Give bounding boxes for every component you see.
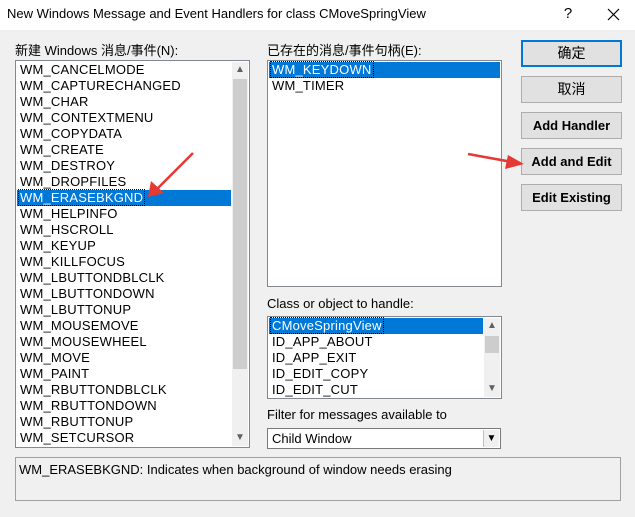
class-scrollbar[interactable]: ▲ ▼ <box>484 318 500 397</box>
class-items: CMoveSpringView ID_APP_ABOUT ID_APP_EXIT ID… <box>269 317 483 398</box>
list-item-label: WM_MOUSEMOVE <box>20 318 139 333</box>
list-item[interactable]: WM_CREATE <box>17 142 231 158</box>
list-item[interactable]: WM_KEYUP <box>17 238 231 254</box>
list-item-label: ID_EDIT_COPY <box>272 366 369 381</box>
list-item-label: ID_EDIT_CUT <box>272 382 358 397</box>
list-item[interactable]: WM_LBUTTONDOWN <box>17 286 231 302</box>
list-item[interactable]: WM_LBUTTONUP <box>17 302 231 318</box>
list-item-label: WM_CAPTURECHANGED <box>20 78 181 93</box>
messages-label: 新建 Windows 消息/事件(N): <box>15 43 179 58</box>
close-button[interactable] <box>594 0 634 30</box>
list-item[interactable]: WM_PAINT <box>17 366 231 382</box>
list-item-label: WM_TIMER <box>272 78 345 93</box>
list-item[interactable]: ID_EDIT_COPY <box>269 366 483 382</box>
list-item-label: WM_KEYDOWN <box>270 61 374 78</box>
add-and-edit-button[interactable]: Add and Edit <box>521 148 622 175</box>
list-item[interactable]: WM_KEYDOWN <box>269 61 500 78</box>
description-text: WM_ERASEBKGND: Indicates when background… <box>19 462 452 477</box>
window-title: New Windows Message and Event Handlers f… <box>7 6 426 21</box>
list-item-label: WM_CREATE <box>20 142 104 157</box>
list-item-label: WM_SETCURSOR <box>20 430 135 445</box>
list-item-label: WM_RBUTTONUP <box>20 414 134 429</box>
scroll-up-arrow-icon[interactable]: ▲ <box>232 62 248 78</box>
list-item-label: WM_HSCROLL <box>20 222 114 237</box>
existing-items: WM_KEYDOWN WM_TIMER <box>269 61 500 94</box>
list-item[interactable]: WM_TIMER <box>269 78 500 94</box>
list-item[interactable]: WM_KILLFOCUS <box>17 254 231 270</box>
edit-existing-button[interactable]: Edit Existing <box>521 184 622 211</box>
list-item[interactable]: WM_LBUTTONDBLCLK <box>17 270 231 286</box>
list-item[interactable]: WM_CHAR <box>17 94 231 110</box>
description-panel: WM_ERASEBKGND: Indicates when background… <box>15 457 621 501</box>
list-item[interactable]: CMoveSpringView <box>269 317 483 334</box>
list-item[interactable]: ID_APP_EXIT <box>269 350 483 366</box>
list-item-label: WM_KEYUP <box>20 238 97 253</box>
list-item-label: WM_MOVE <box>20 350 91 365</box>
class-listbox[interactable]: CMoveSpringView ID_APP_ABOUT ID_APP_EXIT ID… <box>267 316 502 399</box>
existing-handlers-listbox[interactable]: WM_KEYDOWN WM_TIMER <box>267 60 502 287</box>
list-item[interactable]: ID_EDIT_CUT <box>269 382 483 398</box>
scroll-thumb[interactable] <box>485 336 499 353</box>
list-item-label: WM_KILLFOCUS <box>20 254 125 269</box>
close-icon <box>607 8 620 21</box>
list-item-label: WM_COPYDATA <box>20 126 123 141</box>
filter-label: Filter for messages available to <box>267 407 447 422</box>
scroll-up-arrow-icon[interactable]: ▲ <box>484 318 500 334</box>
scroll-thumb[interactable] <box>233 79 247 369</box>
list-item[interactable]: WM_RBUTTONDBLCLK <box>17 382 231 398</box>
list-item-label: WM_MOUSEWHEEL <box>20 334 147 349</box>
list-item[interactable]: ID_APP_ABOUT <box>269 334 483 350</box>
list-item-label: WM_LBUTTONUP <box>20 302 132 317</box>
list-item[interactable]: WM_CANCELMODE <box>17 62 231 78</box>
existing-handlers-label: 已存在的消息/事件句柄(E): <box>267 43 422 58</box>
list-item[interactable]: WM_RBUTTONDOWN <box>17 398 231 414</box>
list-item[interactable]: WM_HELPINFO <box>17 206 231 222</box>
list-item[interactable]: WM_HSCROLL <box>17 222 231 238</box>
list-item[interactable]: WM_MOVE <box>17 350 231 366</box>
ok-button[interactable]: 确定 <box>521 40 622 67</box>
list-item-label: WM_HELPINFO <box>20 206 118 221</box>
list-item-label: WM_DESTROY <box>20 158 116 173</box>
list-item[interactable]: WM_SETCURSOR <box>17 430 231 446</box>
list-item-label: ID_APP_EXIT <box>272 350 357 365</box>
scroll-down-arrow-icon[interactable]: ▼ <box>232 430 248 446</box>
list-item-label: WM_CANCELMODE <box>20 62 145 77</box>
list-item[interactable]: WM_MOUSEWHEEL <box>17 334 231 350</box>
list-item-label: WM_RBUTTONDBLCLK <box>20 382 167 397</box>
list-item[interactable]: WM_MOUSEMOVE <box>17 318 231 334</box>
list-item-label: WM_CHAR <box>20 94 89 109</box>
filter-value: Child Window <box>272 431 352 446</box>
filter-select[interactable]: Child Window ▼ <box>267 428 501 449</box>
list-item-label: WM_DROPFILES <box>20 174 127 189</box>
cancel-button[interactable]: 取消 <box>521 76 622 103</box>
list-item-label: WM_CONTEXTMENU <box>20 110 154 125</box>
list-item-label: WM_LBUTTONDBLCLK <box>20 270 165 285</box>
list-item-label: WM_RBUTTONDOWN <box>20 398 157 413</box>
list-item-label: WM_PAINT <box>20 366 90 381</box>
list-item[interactable]: WM_RBUTTONUP <box>17 414 231 430</box>
messages-listbox[interactable]: WM_CANCELMODE WM_CAPTURECHANGED WM_CHAR WM_… <box>15 60 250 448</box>
list-item[interactable]: WM_ERASEBKGND <box>17 189 231 206</box>
help-button[interactable]: ? <box>548 0 588 30</box>
list-item[interactable]: WM_CAPTURECHANGED <box>17 78 231 94</box>
list-item-label: WM_ERASEBKGND <box>18 189 146 206</box>
scroll-down-arrow-icon[interactable]: ▼ <box>484 381 500 397</box>
messages-scrollbar[interactable]: ▲ ▼ <box>232 62 248 446</box>
list-item[interactable]: WM_CONTEXTMENU <box>17 110 231 126</box>
list-item-label: ID_APP_ABOUT <box>272 334 373 349</box>
list-item[interactable]: WM_DROPFILES <box>17 174 231 190</box>
title-bar: New Windows Message and Event Handlers f… <box>0 0 635 30</box>
list-item-label: WM_LBUTTONDOWN <box>20 286 155 301</box>
chevron-down-icon[interactable]: ▼ <box>483 430 499 447</box>
list-item[interactable]: WM_DESTROY <box>17 158 231 174</box>
messages-items: WM_CANCELMODE WM_CAPTURECHANGED WM_CHAR WM_… <box>17 62 231 446</box>
list-item[interactable]: WM_COPYDATA <box>17 126 231 142</box>
list-item-label: CMoveSpringView <box>270 317 384 334</box>
add-handler-button[interactable]: Add Handler <box>521 112 622 139</box>
class-label: Class or object to handle: <box>267 296 414 311</box>
